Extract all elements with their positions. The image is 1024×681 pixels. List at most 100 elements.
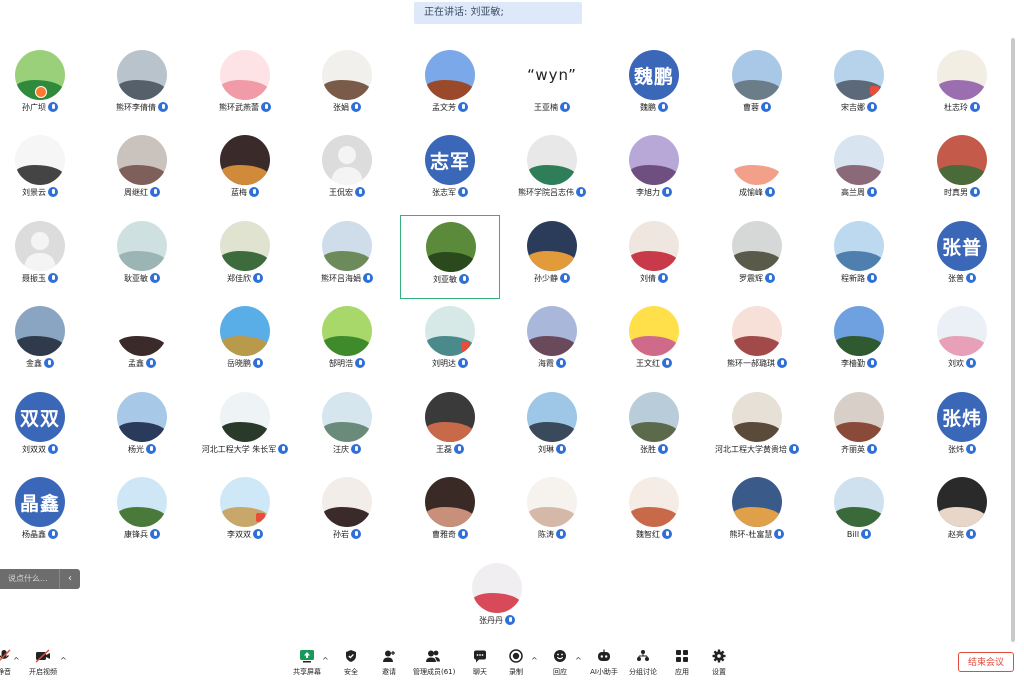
participant-name: 成愉峰 <box>739 188 763 197</box>
avatar <box>322 135 372 185</box>
share-options-chevron-icon[interactable]: ^ <box>322 656 329 665</box>
participant-tile[interactable]: 熊环武燕蕾 <box>195 44 295 128</box>
participant-tile[interactable]: 李樯勤 <box>809 300 909 384</box>
share-screen-button[interactable]: 共享屏幕 <box>287 649 327 677</box>
participant-tile[interactable]: 耿亚敏 <box>92 215 192 299</box>
chat-input[interactable]: 说点什么... ‹ <box>0 569 80 589</box>
participant-tile[interactable]: 孙少静 <box>502 215 602 299</box>
mute-button[interactable]: 静音 <box>0 649 24 677</box>
participant-tile[interactable]: 王文红 <box>604 300 704 384</box>
avatar <box>426 222 476 272</box>
avatar-photo <box>322 80 372 100</box>
participant-tile[interactable]: 蓝梅 <box>195 129 295 213</box>
participant-tile[interactable]: 熊环-杜富慧 <box>707 471 807 555</box>
participant-tile[interactable]: 魏鹏 魏鹏 <box>604 44 704 128</box>
settings-button[interactable]: 设置 <box>699 649 739 677</box>
participant-tile[interactable]: 刘琳 <box>502 386 602 470</box>
avatar <box>732 392 782 442</box>
participant-tile[interactable]: “wyn” 王亚楠 <box>502 44 602 128</box>
start-video-button[interactable]: 开启视频 <box>23 649 63 677</box>
video-options-chevron-icon[interactable]: ^ <box>60 656 67 665</box>
participant-tile[interactable]: 宋吉娜 <box>809 44 909 128</box>
chat-button[interactable]: 聊天 <box>460 649 500 677</box>
participant-tile[interactable]: 时真男 <box>912 129 1012 213</box>
participant-tile[interactable]: 汪庆 <box>297 386 397 470</box>
participant-tile[interactable]: 王磊 <box>400 386 500 470</box>
participant-tile[interactable]: 齐丽英 <box>809 386 909 470</box>
participant-tile[interactable]: 孙岩 <box>297 471 397 555</box>
participant-tile[interactable]: 张胜 <box>604 386 704 470</box>
participant-tile[interactable]: 海霞 <box>502 300 602 384</box>
participant-tile[interactable]: 刘倩 <box>604 215 704 299</box>
avatar <box>117 392 167 442</box>
participant-tile[interactable]: 熊环李倩倩 <box>92 44 192 128</box>
participant-tile[interactable]: 周继红 <box>92 129 192 213</box>
participant-tile[interactable]: 熊环吕海娟 <box>297 215 397 299</box>
avatar-photo <box>834 336 884 356</box>
reactions-options-chevron-icon[interactable]: ^ <box>575 656 582 665</box>
avatar <box>834 135 884 185</box>
participant-tile[interactable]: 河北工程大学 朱长军 <box>195 386 295 470</box>
apps-button[interactable]: 应用 <box>662 649 702 677</box>
breakout-rooms-button[interactable]: 分组讨论 <box>623 649 663 677</box>
participant-tile[interactable]: 晶鑫 杨晶鑫 <box>0 471 90 555</box>
avatar-photo <box>220 165 270 185</box>
avatar <box>220 50 270 100</box>
participant-tile[interactable]: 张丹丹 <box>447 557 547 641</box>
end-meeting-button[interactable]: 结束会议 <box>958 652 1014 672</box>
participant-tile[interactable]: 郑佳欣 <box>195 215 295 299</box>
participant-tile[interactable]: 王侃宏 <box>297 129 397 213</box>
participant-tile[interactable]: 康锋兵 <box>92 471 192 555</box>
scrollbar[interactable] <box>1011 38 1015 642</box>
manage-participants-button[interactable]: 管理成员(61) <box>413 649 455 677</box>
invite-button[interactable]: 邀请 <box>369 649 409 677</box>
participant-tile[interactable]: 刘欢 <box>912 300 1012 384</box>
participant-tile[interactable]: 程新路 <box>809 215 909 299</box>
participant-tile[interactable]: 李双双 <box>195 471 295 555</box>
participant-tile[interactable]: 张娟 <box>297 44 397 128</box>
participant-tile[interactable]: 刘景云 <box>0 129 90 213</box>
record-options-chevron-icon[interactable]: ^ <box>531 656 538 665</box>
participant-tile[interactable]: 河北工程大学黄贵培 <box>707 386 807 470</box>
reactions-button[interactable]: 回应 <box>540 649 580 677</box>
avatar <box>322 50 372 100</box>
participant-tile[interactable]: 张炜 张炜 <box>912 386 1012 470</box>
reactions-label: 回应 <box>553 668 567 676</box>
participant-name: 汪庆 <box>333 445 349 454</box>
participant-tile[interactable]: 熊环一郝璐琪 <box>707 300 807 384</box>
participant-tile[interactable]: 岳晓鹏 <box>195 300 295 384</box>
record-button[interactable]: 录制 <box>496 649 536 677</box>
participant-tile[interactable]: 曹雅奇 <box>400 471 500 555</box>
participant-tile[interactable]: Bill <box>809 471 909 555</box>
participant-name: 熊环一郝璐琪 <box>727 359 775 368</box>
participant-tile[interactable]: 高兰周 <box>809 129 909 213</box>
avatar <box>117 50 167 100</box>
ai-assistant-button[interactable]: AI小助手 <box>584 649 624 677</box>
participant-tile[interactable]: 李旭力 <box>604 129 704 213</box>
participant-tile[interactable]: 聂振玉 <box>0 215 90 299</box>
participant-tile[interactable]: 赵亮 <box>912 471 1012 555</box>
participant-tile[interactable]: 陈涛 <box>502 471 602 555</box>
participant-tile[interactable]: 刘明达 <box>400 300 500 384</box>
participant-tile[interactable]: 曹蓉 <box>707 44 807 128</box>
participant-tile[interactable]: 孙广坝 <box>0 44 90 128</box>
participant-tile[interactable]: 双双 刘双双 <box>0 386 90 470</box>
participant-tile-active[interactable]: 刘亚敏 <box>400 215 500 299</box>
participant-tile[interactable]: 杜志玲 <box>912 44 1012 128</box>
participant-name: 张胜 <box>640 445 656 454</box>
participant-tile[interactable]: 孟文芳 <box>400 44 500 128</box>
participant-tile[interactable]: 张普 张普 <box>912 215 1012 299</box>
participant-tile[interactable]: 金鑫 <box>0 300 90 384</box>
participant-tile[interactable]: 成愉峰 <box>707 129 807 213</box>
participant-tile[interactable]: 罗震辉 <box>707 215 807 299</box>
mute-options-chevron-icon[interactable]: ^ <box>13 656 20 665</box>
security-button[interactable]: 安全 <box>331 649 371 677</box>
participant-tile[interactable]: 孟鑫 <box>92 300 192 384</box>
participant-tile[interactable]: 郜明浩 <box>297 300 397 384</box>
participant-tile[interactable]: 志军 张志军 <box>400 129 500 213</box>
chat-collapse-icon[interactable]: ‹ <box>59 569 80 589</box>
mic-status-icon <box>146 357 156 368</box>
participant-tile[interactable]: 熊环学院吕志伟 <box>502 129 602 213</box>
participant-tile[interactable]: 魏智红 <box>604 471 704 555</box>
participant-tile[interactable]: 杨光 <box>92 386 192 470</box>
